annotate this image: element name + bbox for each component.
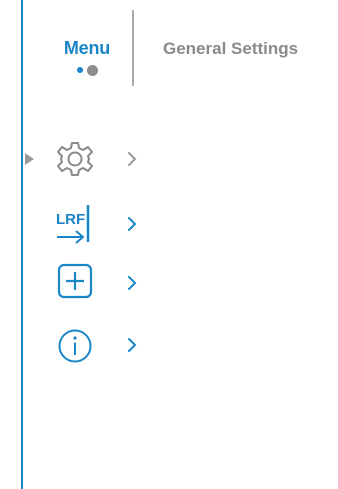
header-divider (132, 10, 134, 86)
menu-item-lrf[interactable]: LRF (55, 204, 165, 244)
chevron-right-icon (128, 276, 137, 290)
page-dot-active (76, 67, 83, 73)
gear-icon (57, 142, 93, 176)
menu-item-add[interactable] (55, 263, 165, 303)
menu-item-general-settings[interactable] (55, 139, 165, 179)
chevron-right-icon (128, 152, 137, 166)
chevron-right-icon (128, 217, 137, 231)
lrf-icon: LRF (56, 205, 90, 244)
page-indicator (50, 64, 124, 76)
left-border (21, 0, 23, 489)
info-icon (58, 329, 92, 363)
selection-pointer-icon (25, 153, 34, 165)
tab-general-settings[interactable]: General Settings (163, 39, 298, 59)
menu-item-info[interactable] (55, 325, 165, 365)
tab-menu-label: Menu (63, 38, 111, 58)
page-dot-inactive (86, 64, 98, 76)
chevron-right-icon (128, 338, 137, 352)
lrf-icon-label: LRF (56, 211, 85, 228)
tab-menu[interactable]: Menu (50, 38, 124, 76)
plus-icon (57, 263, 93, 299)
